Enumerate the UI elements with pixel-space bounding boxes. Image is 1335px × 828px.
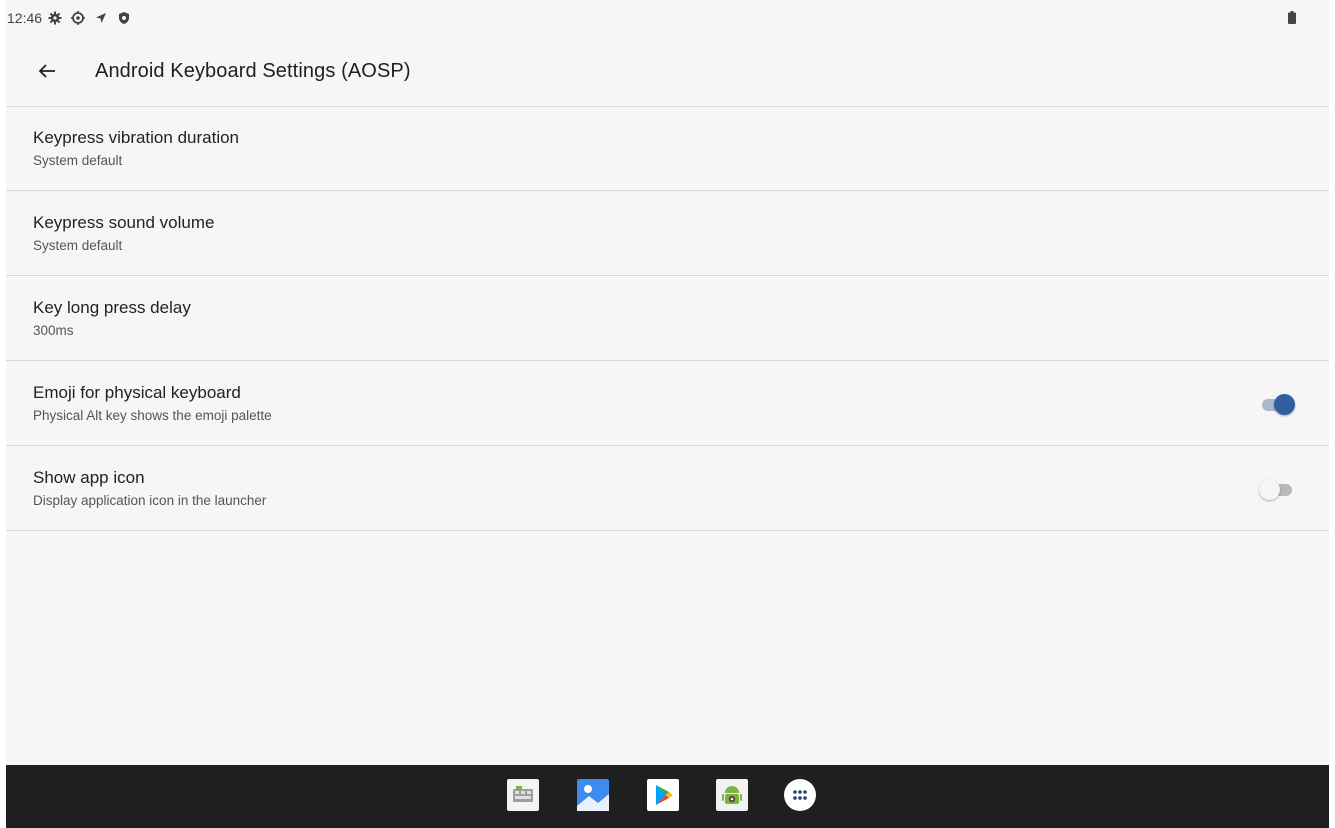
- status-bar: 12:46: [6, 0, 1329, 36]
- back-button[interactable]: [33, 57, 61, 85]
- pref-summary: 300ms: [33, 323, 74, 338]
- pref-keypress-vibration-duration[interactable]: Keypress vibration duration System defau…: [6, 106, 1329, 191]
- pref-title: Show app icon: [33, 468, 145, 487]
- pref-summary: System default: [33, 153, 123, 168]
- pref-title: Emoji for physical keyboard: [33, 383, 241, 402]
- play-store-icon[interactable]: [646, 778, 680, 812]
- pref-emoji-physical-keyboard[interactable]: Emoji for physical keyboard Physical Alt…: [6, 361, 1329, 446]
- gallery-icon[interactable]: [576, 778, 610, 812]
- location-icon: [94, 11, 108, 25]
- settings-gear-icon: [48, 11, 62, 25]
- pref-summary: Physical Alt key shows the emoji palette: [33, 408, 272, 423]
- pref-summary: Display application icon in the launcher: [33, 493, 267, 508]
- pref-summary: System default: [33, 238, 123, 253]
- arrow-back-icon: [38, 64, 55, 78]
- android-settings-icon[interactable]: [715, 778, 749, 812]
- battery-icon: [1288, 11, 1296, 24]
- shield-icon: [117, 11, 131, 25]
- emoji-physical-keyboard-toggle[interactable]: [1259, 393, 1295, 415]
- page-title: Android Keyboard Settings (AOSP): [95, 59, 411, 82]
- pref-title: Key long press delay: [33, 298, 191, 317]
- show-app-icon-toggle[interactable]: [1259, 478, 1295, 500]
- keyboard-app-icon[interactable]: [506, 778, 540, 812]
- pref-key-long-press-delay[interactable]: Key long press delay 300ms: [6, 276, 1329, 361]
- pref-show-app-icon[interactable]: Show app icon Display application icon i…: [6, 446, 1329, 531]
- pref-keypress-sound-volume[interactable]: Keypress sound volume System default: [6, 191, 1329, 276]
- screen: 12:46 Android Keyboard Settings (AOSP) K…: [6, 0, 1329, 828]
- app-drawer-icon[interactable]: [783, 778, 817, 812]
- settings-cog-icon: [71, 11, 86, 25]
- pref-title: Keypress sound volume: [33, 213, 215, 232]
- app-bar: Android Keyboard Settings (AOSP): [6, 36, 1329, 107]
- taskbar: [6, 765, 1329, 828]
- preference-list: Keypress vibration duration System defau…: [6, 106, 1329, 531]
- switch-thumb: [1259, 479, 1280, 500]
- switch-thumb: [1274, 394, 1295, 415]
- pref-title: Keypress vibration duration: [33, 128, 240, 147]
- status-time: 12:46: [7, 10, 43, 26]
